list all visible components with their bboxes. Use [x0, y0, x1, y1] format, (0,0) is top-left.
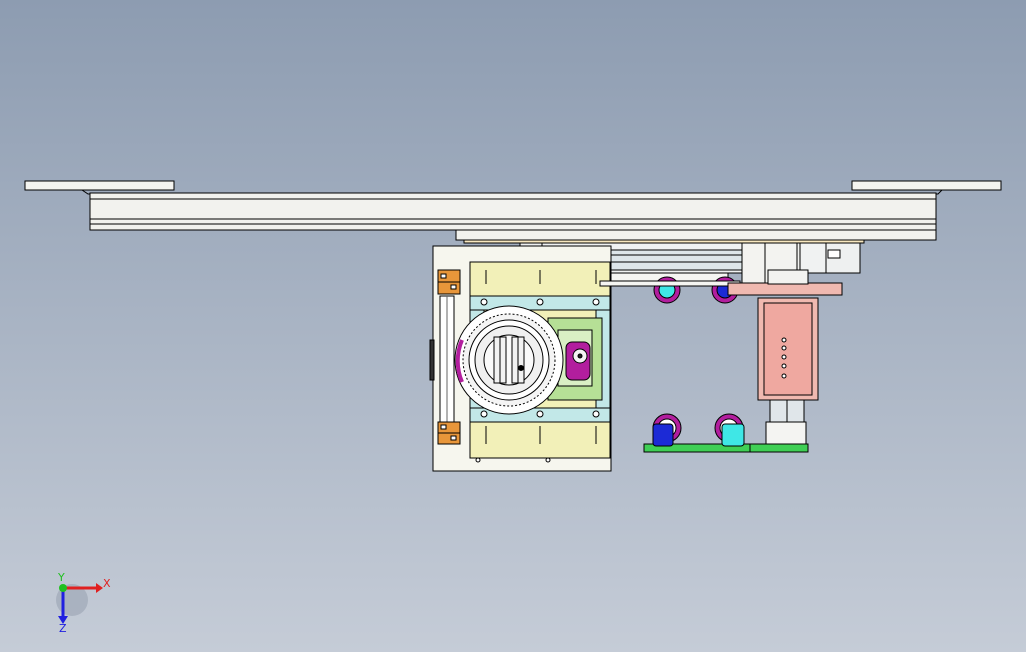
slider-hole-1 — [781, 337, 787, 343]
cylinder-fitting-right — [827, 249, 841, 259]
right-ear-plate — [851, 180, 1002, 191]
mount-screw-2 — [536, 298, 544, 306]
triad-x-label: X — [103, 577, 111, 590]
mount-screw-6 — [592, 410, 600, 418]
side-notch — [429, 339, 435, 381]
slider-base — [765, 421, 807, 445]
rotary-bearing[interactable] — [454, 305, 564, 415]
triad-z-label: Z — [59, 622, 67, 635]
slider-hole-3 — [781, 354, 787, 360]
cad-viewport[interactable]: X Y Z — [0, 0, 1026, 652]
slider-hole-2 — [781, 345, 787, 351]
bracket-screw-1 — [475, 457, 481, 463]
roller-cover — [599, 280, 741, 287]
slider-top-bar — [727, 282, 843, 296]
mount-screw-5 — [536, 410, 544, 418]
mount-screw-4 — [480, 410, 488, 418]
bracket-screw-2 — [545, 457, 551, 463]
terminal-block-bottom[interactable] — [437, 421, 461, 445]
left-ear-plate — [24, 180, 175, 191]
bearing-hub — [483, 334, 535, 386]
y-axis-dot — [59, 584, 67, 592]
capacitor-blue — [652, 423, 674, 447]
terminal-bottom-slot-2 — [450, 435, 457, 441]
hub-center-dot — [518, 365, 524, 371]
slider-inner — [763, 302, 813, 396]
triad-y-label: Y — [58, 571, 65, 584]
slider-hole-4 — [781, 363, 787, 369]
capacitor-cyan — [721, 423, 745, 447]
rail-under-plate — [455, 229, 937, 241]
terminal-bottom-slot-1 — [440, 424, 447, 430]
terminal-top-slot-2 — [450, 284, 457, 290]
mount-screw-1 — [480, 298, 488, 306]
housing-sensor-dot — [577, 353, 583, 359]
cad-model-drawing[interactable] — [0, 0, 1026, 652]
terminal-block-top[interactable] — [437, 269, 461, 295]
mount-screw-3 — [592, 298, 600, 306]
slider-hole-5 — [781, 373, 787, 379]
terminal-top-slot-1 — [440, 273, 447, 279]
slider-head — [767, 269, 809, 285]
